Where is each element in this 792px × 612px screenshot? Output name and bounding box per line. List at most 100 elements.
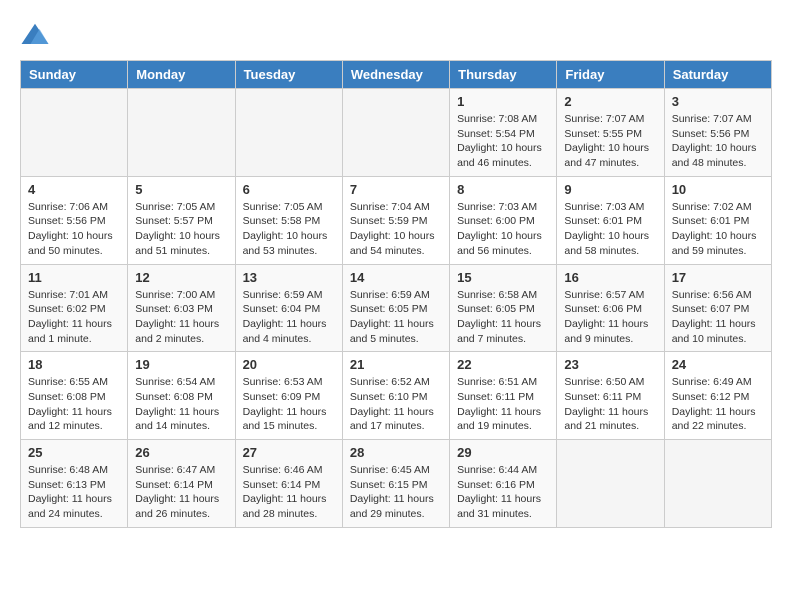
sunset-label: Sunset: 6:05 PM xyxy=(457,303,535,315)
day-number: 21 xyxy=(350,357,442,372)
calendar-cell: 10 Sunrise: 7:02 AM Sunset: 6:01 PM Dayl… xyxy=(664,176,771,264)
day-number: 14 xyxy=(350,270,442,285)
daylight-label: Daylight: 11 hours and 10 minutes. xyxy=(672,318,756,345)
day-number: 23 xyxy=(564,357,656,372)
sunrise-label: Sunrise: 6:44 AM xyxy=(457,464,537,476)
sunrise-label: Sunrise: 7:03 AM xyxy=(457,201,537,213)
cell-info: Sunrise: 7:07 AM Sunset: 5:56 PM Dayligh… xyxy=(672,112,764,171)
sunrise-label: Sunrise: 7:07 AM xyxy=(564,113,644,125)
daylight-label: Daylight: 10 hours and 48 minutes. xyxy=(672,142,757,169)
day-number: 4 xyxy=(28,182,120,197)
cell-info: Sunrise: 7:07 AM Sunset: 5:55 PM Dayligh… xyxy=(564,112,656,171)
sunrise-label: Sunrise: 6:55 AM xyxy=(28,376,108,388)
day-number: 11 xyxy=(28,270,120,285)
sunrise-label: Sunrise: 6:53 AM xyxy=(243,376,323,388)
daylight-label: Daylight: 10 hours and 53 minutes. xyxy=(243,230,328,257)
calendar-cell: 9 Sunrise: 7:03 AM Sunset: 6:01 PM Dayli… xyxy=(557,176,664,264)
sunset-label: Sunset: 6:11 PM xyxy=(457,391,534,403)
sunrise-label: Sunrise: 6:49 AM xyxy=(672,376,752,388)
sunset-label: Sunset: 5:56 PM xyxy=(28,215,106,227)
calendar-cell: 11 Sunrise: 7:01 AM Sunset: 6:02 PM Dayl… xyxy=(21,264,128,352)
cell-info: Sunrise: 6:45 AM Sunset: 6:15 PM Dayligh… xyxy=(350,463,442,522)
sunrise-label: Sunrise: 7:00 AM xyxy=(135,289,215,301)
calendar-cell xyxy=(664,440,771,528)
cell-info: Sunrise: 6:47 AM Sunset: 6:14 PM Dayligh… xyxy=(135,463,227,522)
calendar-cell xyxy=(21,89,128,177)
daylight-label: Daylight: 11 hours and 7 minutes. xyxy=(457,318,541,345)
calendar-cell: 24 Sunrise: 6:49 AM Sunset: 6:12 PM Dayl… xyxy=(664,352,771,440)
daylight-label: Daylight: 10 hours and 47 minutes. xyxy=(564,142,649,169)
daylight-label: Daylight: 11 hours and 9 minutes. xyxy=(564,318,648,345)
daylight-label: Daylight: 10 hours and 50 minutes. xyxy=(28,230,113,257)
daylight-label: Daylight: 11 hours and 14 minutes. xyxy=(135,406,219,433)
daylight-label: Daylight: 11 hours and 26 minutes. xyxy=(135,493,219,520)
cell-info: Sunrise: 6:56 AM Sunset: 6:07 PM Dayligh… xyxy=(672,288,764,347)
calendar-cell: 26 Sunrise: 6:47 AM Sunset: 6:14 PM Dayl… xyxy=(128,440,235,528)
sunrise-label: Sunrise: 6:54 AM xyxy=(135,376,215,388)
cell-info: Sunrise: 6:51 AM Sunset: 6:11 PM Dayligh… xyxy=(457,375,549,434)
sunset-label: Sunset: 6:14 PM xyxy=(243,479,321,491)
calendar-cell xyxy=(235,89,342,177)
sunset-label: Sunset: 6:08 PM xyxy=(135,391,213,403)
calendar-cell: 27 Sunrise: 6:46 AM Sunset: 6:14 PM Dayl… xyxy=(235,440,342,528)
logo xyxy=(20,20,54,50)
calendar-cell: 16 Sunrise: 6:57 AM Sunset: 6:06 PM Dayl… xyxy=(557,264,664,352)
sunrise-label: Sunrise: 7:06 AM xyxy=(28,201,108,213)
calendar-cell: 6 Sunrise: 7:05 AM Sunset: 5:58 PM Dayli… xyxy=(235,176,342,264)
sunset-label: Sunset: 6:10 PM xyxy=(350,391,428,403)
weekday-header: Tuesday xyxy=(235,61,342,89)
sunrise-label: Sunrise: 7:05 AM xyxy=(135,201,215,213)
sunset-label: Sunset: 6:02 PM xyxy=(28,303,106,315)
sunset-label: Sunset: 5:57 PM xyxy=(135,215,213,227)
calendar-cell xyxy=(342,89,449,177)
daylight-label: Daylight: 10 hours and 54 minutes. xyxy=(350,230,435,257)
daylight-label: Daylight: 11 hours and 19 minutes. xyxy=(457,406,541,433)
day-number: 5 xyxy=(135,182,227,197)
calendar-cell: 18 Sunrise: 6:55 AM Sunset: 6:08 PM Dayl… xyxy=(21,352,128,440)
sunset-label: Sunset: 6:16 PM xyxy=(457,479,535,491)
sunset-label: Sunset: 6:03 PM xyxy=(135,303,213,315)
sunset-label: Sunset: 6:01 PM xyxy=(564,215,642,227)
weekday-header: Monday xyxy=(128,61,235,89)
cell-info: Sunrise: 7:05 AM Sunset: 5:57 PM Dayligh… xyxy=(135,200,227,259)
sunrise-label: Sunrise: 6:58 AM xyxy=(457,289,537,301)
daylight-label: Daylight: 11 hours and 28 minutes. xyxy=(243,493,327,520)
day-number: 6 xyxy=(243,182,335,197)
sunrise-label: Sunrise: 6:57 AM xyxy=(564,289,644,301)
sunset-label: Sunset: 6:14 PM xyxy=(135,479,213,491)
sunrise-label: Sunrise: 6:50 AM xyxy=(564,376,644,388)
sunset-label: Sunset: 6:01 PM xyxy=(672,215,750,227)
weekday-header: Saturday xyxy=(664,61,771,89)
day-number: 24 xyxy=(672,357,764,372)
sunrise-label: Sunrise: 7:05 AM xyxy=(243,201,323,213)
weekday-header: Thursday xyxy=(450,61,557,89)
cell-info: Sunrise: 6:58 AM Sunset: 6:05 PM Dayligh… xyxy=(457,288,549,347)
sunset-label: Sunset: 6:09 PM xyxy=(243,391,321,403)
cell-info: Sunrise: 6:52 AM Sunset: 6:10 PM Dayligh… xyxy=(350,375,442,434)
cell-info: Sunrise: 6:46 AM Sunset: 6:14 PM Dayligh… xyxy=(243,463,335,522)
daylight-label: Daylight: 10 hours and 56 minutes. xyxy=(457,230,542,257)
cell-info: Sunrise: 6:59 AM Sunset: 6:04 PM Dayligh… xyxy=(243,288,335,347)
cell-info: Sunrise: 7:02 AM Sunset: 6:01 PM Dayligh… xyxy=(672,200,764,259)
calendar-cell: 23 Sunrise: 6:50 AM Sunset: 6:11 PM Dayl… xyxy=(557,352,664,440)
day-number: 16 xyxy=(564,270,656,285)
logo-icon xyxy=(20,20,50,50)
calendar-cell: 28 Sunrise: 6:45 AM Sunset: 6:15 PM Dayl… xyxy=(342,440,449,528)
sunset-label: Sunset: 5:55 PM xyxy=(564,128,642,140)
daylight-label: Daylight: 10 hours and 59 minutes. xyxy=(672,230,757,257)
calendar-week-row: 4 Sunrise: 7:06 AM Sunset: 5:56 PM Dayli… xyxy=(21,176,772,264)
page-header xyxy=(20,20,772,50)
daylight-label: Daylight: 11 hours and 29 minutes. xyxy=(350,493,434,520)
calendar-cell: 22 Sunrise: 6:51 AM Sunset: 6:11 PM Dayl… xyxy=(450,352,557,440)
day-number: 26 xyxy=(135,445,227,460)
weekday-header: Wednesday xyxy=(342,61,449,89)
day-number: 2 xyxy=(564,94,656,109)
calendar-cell: 3 Sunrise: 7:07 AM Sunset: 5:56 PM Dayli… xyxy=(664,89,771,177)
cell-info: Sunrise: 6:57 AM Sunset: 6:06 PM Dayligh… xyxy=(564,288,656,347)
day-number: 15 xyxy=(457,270,549,285)
day-number: 1 xyxy=(457,94,549,109)
weekday-header: Sunday xyxy=(21,61,128,89)
sunrise-label: Sunrise: 6:56 AM xyxy=(672,289,752,301)
daylight-label: Daylight: 11 hours and 5 minutes. xyxy=(350,318,434,345)
calendar-cell: 19 Sunrise: 6:54 AM Sunset: 6:08 PM Dayl… xyxy=(128,352,235,440)
